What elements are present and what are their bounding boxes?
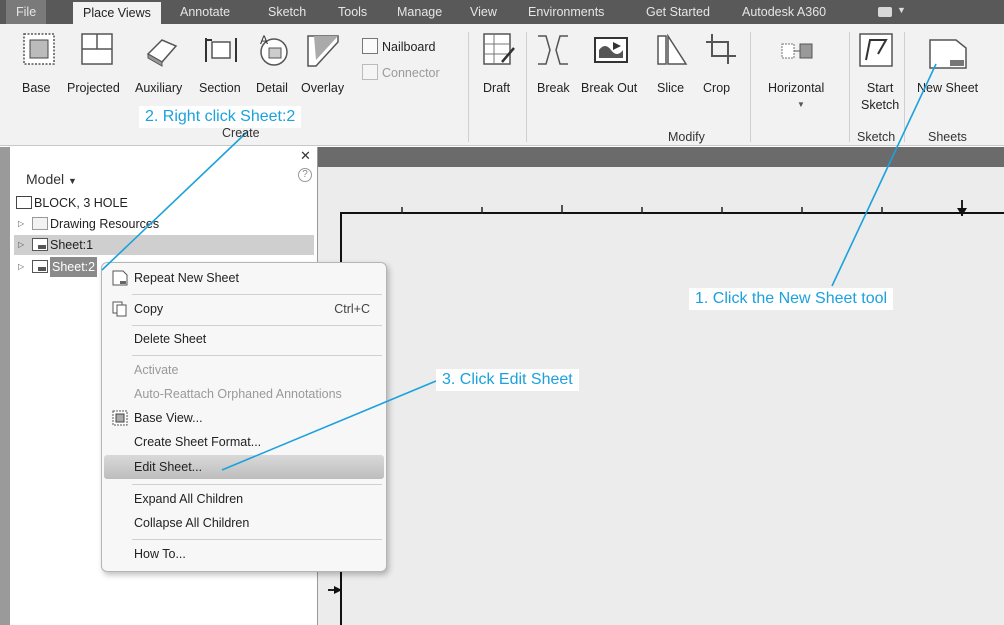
- help-icon[interactable]: ?: [298, 168, 312, 182]
- drawing-doc-icon: [16, 196, 32, 209]
- sheet-icon: [32, 238, 48, 251]
- menu-item-label: Base View...: [134, 411, 203, 425]
- tree-item-label: Drawing Resources: [50, 217, 160, 231]
- menu-item-label: Repeat New Sheet: [134, 271, 239, 285]
- context-menu: Repeat New Sheet Copy Ctrl+C Delete Shee…: [101, 262, 387, 572]
- new-sheet-icon: [112, 270, 128, 286]
- tree-item-label: Sheet:1: [50, 238, 94, 252]
- menu-item-label: Copy: [134, 302, 164, 316]
- tree-item-drawing-resources[interactable]: ▷ Drawing Resources: [14, 214, 314, 234]
- tree-item-sheet-1[interactable]: ▷ Sheet:1: [14, 235, 314, 255]
- close-icon[interactable]: ✕: [300, 148, 311, 164]
- menu-item-activate: Activate: [104, 358, 384, 382]
- menu-separator: [132, 484, 382, 485]
- menu-item-label: Create Sheet Format...: [134, 435, 262, 449]
- menu-item-base-view[interactable]: Base View...: [104, 406, 384, 430]
- chevron-down-icon: ▼: [68, 176, 77, 186]
- menu-item-expand-all-children[interactable]: Expand All Children: [104, 487, 384, 511]
- sheet-icon: [32, 260, 48, 273]
- menu-separator: [132, 325, 382, 326]
- callout-step-3: 3. Click Edit Sheet: [436, 369, 579, 391]
- menu-item-how-to[interactable]: How To...: [104, 542, 384, 566]
- copy-icon: [112, 301, 128, 317]
- expand-arrow-icon[interactable]: ▷: [18, 214, 24, 234]
- menu-shortcut: Ctrl+C: [334, 302, 370, 316]
- menu-item-repeat-new-sheet[interactable]: Repeat New Sheet: [104, 266, 384, 290]
- tree-item-label: BLOCK, 3 HOLE: [34, 196, 128, 210]
- menu-item-label: How To...: [134, 547, 186, 561]
- window-left-edge: [0, 147, 10, 625]
- menu-item-label: Delete Sheet: [134, 332, 207, 346]
- tree-item-label: Sheet:2: [50, 257, 98, 277]
- tree-item-block[interactable]: BLOCK, 3 HOLE: [14, 193, 314, 213]
- base-view-icon: [112, 410, 128, 426]
- menu-item-label: Expand All Children: [134, 492, 244, 506]
- menu-item-label: Auto-Reattach Orphaned Annotations: [134, 387, 342, 401]
- callout-step-2: 2. Right click Sheet:2: [139, 106, 302, 128]
- callout-step-1: 1. Click the New Sheet tool: [689, 288, 894, 310]
- menu-item-edit-sheet[interactable]: Edit Sheet...: [104, 455, 384, 479]
- menu-separator: [132, 539, 382, 540]
- expand-arrow-icon[interactable]: ▷: [18, 235, 24, 255]
- menu-item-auto-reattach: Auto-Reattach Orphaned Annotations: [104, 382, 384, 406]
- menu-item-delete-sheet[interactable]: Delete Sheet: [104, 327, 384, 351]
- browser-title-label: Model: [26, 171, 65, 187]
- expand-arrow-icon[interactable]: ▷: [18, 257, 24, 277]
- menu-separator: [132, 294, 382, 295]
- menu-separator: [132, 355, 382, 356]
- menu-item-label: Edit Sheet...: [134, 460, 203, 474]
- menu-item-copy[interactable]: Copy Ctrl+C: [104, 297, 384, 321]
- create-panel-label: Create: [222, 126, 260, 140]
- menu-item-create-sheet-format[interactable]: Create Sheet Format...: [104, 430, 384, 454]
- folder-icon: [32, 217, 48, 230]
- menu-item-collapse-all-children[interactable]: Collapse All Children: [104, 511, 384, 535]
- browser-title[interactable]: Model ▼: [26, 171, 77, 187]
- menu-item-label: Collapse All Children: [134, 516, 250, 530]
- menu-item-label: Activate: [134, 363, 179, 377]
